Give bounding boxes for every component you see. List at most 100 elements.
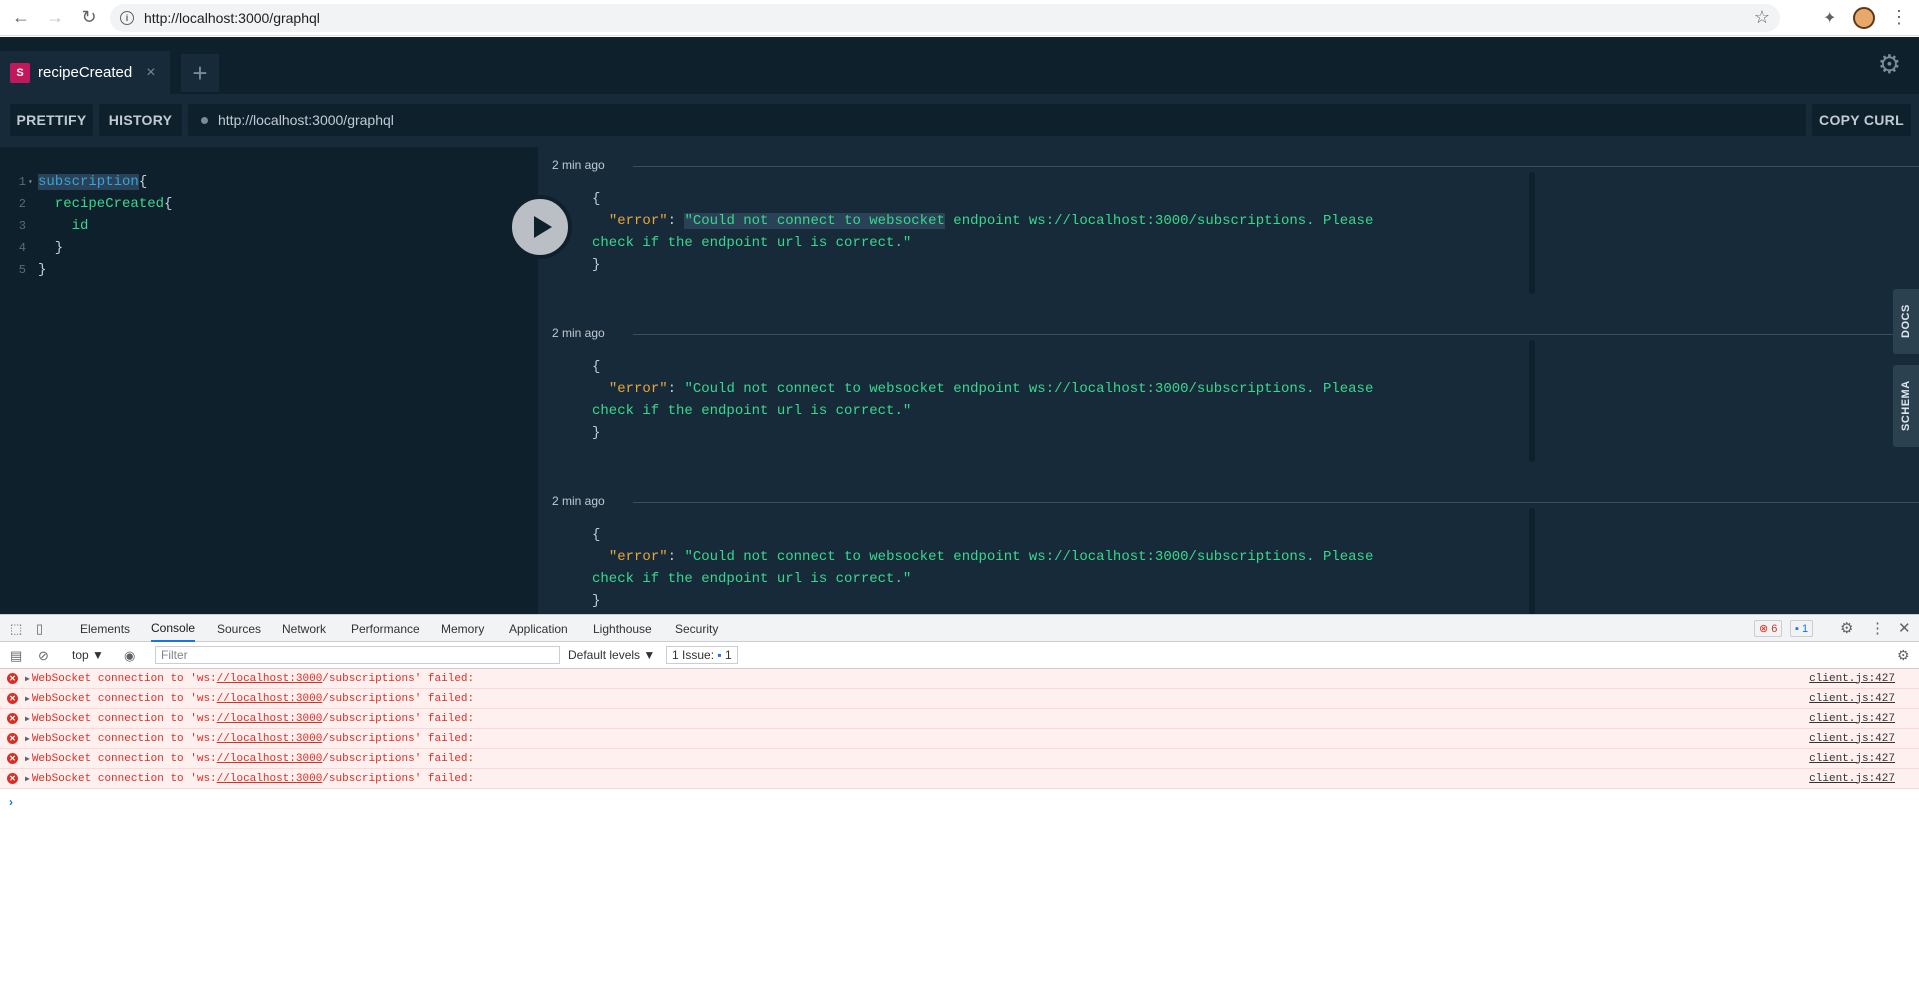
- source-link[interactable]: client.js:427: [1809, 773, 1895, 785]
- add-tab-button[interactable]: +: [181, 54, 219, 92]
- field-id: id: [38, 218, 89, 234]
- profile-avatar[interactable]: [1853, 7, 1875, 29]
- result-json: { "error": "Could not connect to websock…: [592, 527, 1374, 609]
- copy-curl-button[interactable]: COPY CURL: [1812, 104, 1911, 136]
- address-url[interactable]: http://localhost:3000/graphql: [144, 10, 320, 26]
- reload-icon[interactable]: ↻: [76, 5, 102, 31]
- tab-title: recipeCreated: [38, 64, 133, 81]
- console-error-row[interactable]: ✕ ▶ WebSocket connection to 'ws://localhos…: [0, 669, 1919, 689]
- result-json: { "error": "Could not connect to websock…: [592, 359, 1374, 441]
- tab-network[interactable]: Network: [282, 615, 326, 642]
- console-sidebar-icon[interactable]: ▤: [10, 648, 22, 664]
- log-levels-dropdown[interactable]: Default levels ▼: [568, 646, 655, 664]
- clear-console-icon[interactable]: ⊘: [38, 648, 49, 664]
- endpoint-url[interactable]: http://localhost:3000/graphql: [218, 112, 394, 128]
- result-timestamp: 2 min ago: [552, 326, 605, 340]
- devtools-menu-icon[interactable]: ⋮: [1870, 619, 1885, 637]
- expand-arrow-icon[interactable]: ▶: [25, 734, 30, 744]
- error-icon: ✕: [7, 753, 18, 764]
- console-error-row[interactable]: ✕ ▶ WebSocket connection to 'ws://localhos…: [0, 709, 1919, 729]
- result-timestamp: 2 min ago: [552, 494, 605, 508]
- editor-line: 5 }: [0, 259, 47, 281]
- results-panel: 2 min ago { "error": "Could not connect …: [538, 147, 1919, 614]
- line-number: 3: [18, 219, 26, 233]
- source-link[interactable]: client.js:427: [1809, 753, 1895, 765]
- tab-console[interactable]: Console: [151, 615, 196, 642]
- result-entry: 2 min ago { "error": "Could not connect …: [538, 158, 1919, 298]
- schema-side-tab[interactable]: SCHEMA: [1893, 365, 1919, 447]
- fold-arrow-icon[interactable]: ▾: [28, 177, 38, 187]
- browser-menu-icon[interactable]: ⋮: [1890, 7, 1908, 28]
- keyword-subscription: subscription: [38, 174, 139, 190]
- message-count-badge[interactable]: ▪ 1: [1790, 620, 1814, 637]
- live-expression-eye-icon[interactable]: ◉: [124, 648, 135, 664]
- expand-arrow-icon[interactable]: ▶: [25, 694, 30, 704]
- tab-lighthouse[interactable]: Lighthouse: [593, 615, 652, 642]
- line-number: 1: [18, 175, 26, 189]
- tab-security[interactable]: Security: [675, 615, 718, 642]
- console-error-row[interactable]: ✕ ▶ WebSocket connection to 'ws://localhos…: [0, 749, 1919, 769]
- brace: {: [138, 174, 148, 190]
- editor-line: 1 ▾ subscription{: [0, 171, 147, 193]
- source-link[interactable]: client.js:427: [1809, 673, 1895, 685]
- console-prompt[interactable]: ›: [9, 795, 13, 809]
- tab-application[interactable]: Application: [509, 615, 568, 642]
- result-scrollbar[interactable]: [1529, 340, 1535, 462]
- subscription-badge: S: [10, 62, 30, 83]
- tab-memory[interactable]: Memory: [441, 615, 484, 642]
- execute-query-button[interactable]: [508, 195, 572, 259]
- error-icon: ✕: [7, 773, 18, 784]
- close-devtools-icon[interactable]: ✕: [1898, 619, 1911, 637]
- result-scrollbar[interactable]: [1529, 508, 1535, 614]
- console-error-row[interactable]: ✕ ▶ WebSocket connection to 'ws://localhos…: [0, 689, 1919, 709]
- playground-toolbar: PRETTIFY HISTORY http://localhost:3000/g…: [0, 94, 1919, 147]
- result-entry: 2 min ago { "error": "Could not connect …: [538, 494, 1919, 614]
- divider: [633, 502, 1919, 503]
- source-link[interactable]: client.js:427: [1809, 733, 1895, 745]
- history-button[interactable]: HISTORY: [99, 104, 182, 136]
- expand-arrow-icon[interactable]: ▶: [25, 774, 30, 784]
- close-tab-icon[interactable]: ×: [146, 64, 155, 82]
- console-filter-bar: ▤ ⊘ top ▼ ◉ Filter Default levels ▼ 1 Is…: [0, 642, 1919, 669]
- back-arrow-icon[interactable]: ←: [8, 5, 34, 31]
- docs-side-tab[interactable]: DOCS: [1893, 289, 1919, 354]
- line-number: 4: [18, 241, 26, 255]
- expand-arrow-icon[interactable]: ▶: [25, 754, 30, 764]
- device-toolbar-icon[interactable]: ▯: [36, 621, 43, 637]
- context-selector[interactable]: top ▼: [72, 646, 104, 664]
- console-filter-input[interactable]: Filter: [155, 646, 560, 664]
- field-recipe-created: recipeCreated: [38, 196, 165, 212]
- result-json: { "error": "Could not connect to websock…: [592, 191, 1374, 273]
- error-icon: ✕: [7, 673, 18, 684]
- tab-sources[interactable]: Sources: [217, 615, 261, 642]
- bookmark-star-icon[interactable]: ☆: [1754, 7, 1770, 28]
- result-scrollbar[interactable]: [1529, 172, 1535, 294]
- error-icon: ✕: [7, 693, 18, 704]
- console-error-row[interactable]: ✕ ▶ WebSocket connection to 'ws://localhos…: [0, 729, 1919, 749]
- console-settings-gear-icon[interactable]: ⚙: [1897, 647, 1910, 664]
- query-editor[interactable]: 1 ▾ subscription{ 2 recipeCreated{ 3 id …: [0, 147, 538, 614]
- devtools-settings-gear-icon[interactable]: ⚙: [1840, 619, 1853, 637]
- settings-gear-icon[interactable]: ⚙: [1878, 49, 1901, 80]
- tab-performance[interactable]: Performance: [351, 615, 420, 642]
- expand-arrow-icon[interactable]: ▶: [25, 714, 30, 724]
- issues-button[interactable]: 1 Issue: ▪ 1: [666, 646, 738, 664]
- error-count-badge[interactable]: ⊗ 6: [1754, 620, 1783, 637]
- forward-arrow-icon[interactable]: →: [42, 5, 68, 31]
- expand-arrow-icon[interactable]: ▶: [25, 674, 30, 684]
- endpoint-input[interactable]: http://localhost:3000/graphql: [188, 104, 1806, 136]
- address-bar[interactable]: i http://localhost:3000/graphql ☆: [110, 4, 1780, 32]
- source-link[interactable]: client.js:427: [1809, 713, 1895, 725]
- inspect-element-icon[interactable]: ⬚: [10, 621, 22, 637]
- tab-elements[interactable]: Elements: [80, 615, 130, 642]
- site-info-icon[interactable]: i: [120, 11, 134, 25]
- source-link[interactable]: client.js:427: [1809, 693, 1895, 705]
- tab-recipe-created[interactable]: S recipeCreated ×: [0, 51, 170, 94]
- console-error-row[interactable]: ✕ ▶ WebSocket connection to 'ws://localhos…: [0, 769, 1919, 789]
- devtools-panel: ⬚ ▯ Elements Console Sources Network Per…: [0, 614, 1919, 1006]
- prettify-button[interactable]: PRETTIFY: [10, 104, 93, 136]
- browser-toolbar: ← → ↻ i http://localhost:3000/graphql ☆ …: [0, 0, 1919, 36]
- line-number: 5: [18, 263, 26, 277]
- line-number: 2: [18, 197, 26, 211]
- extensions-puzzle-icon[interactable]: ✦: [1823, 8, 1836, 28]
